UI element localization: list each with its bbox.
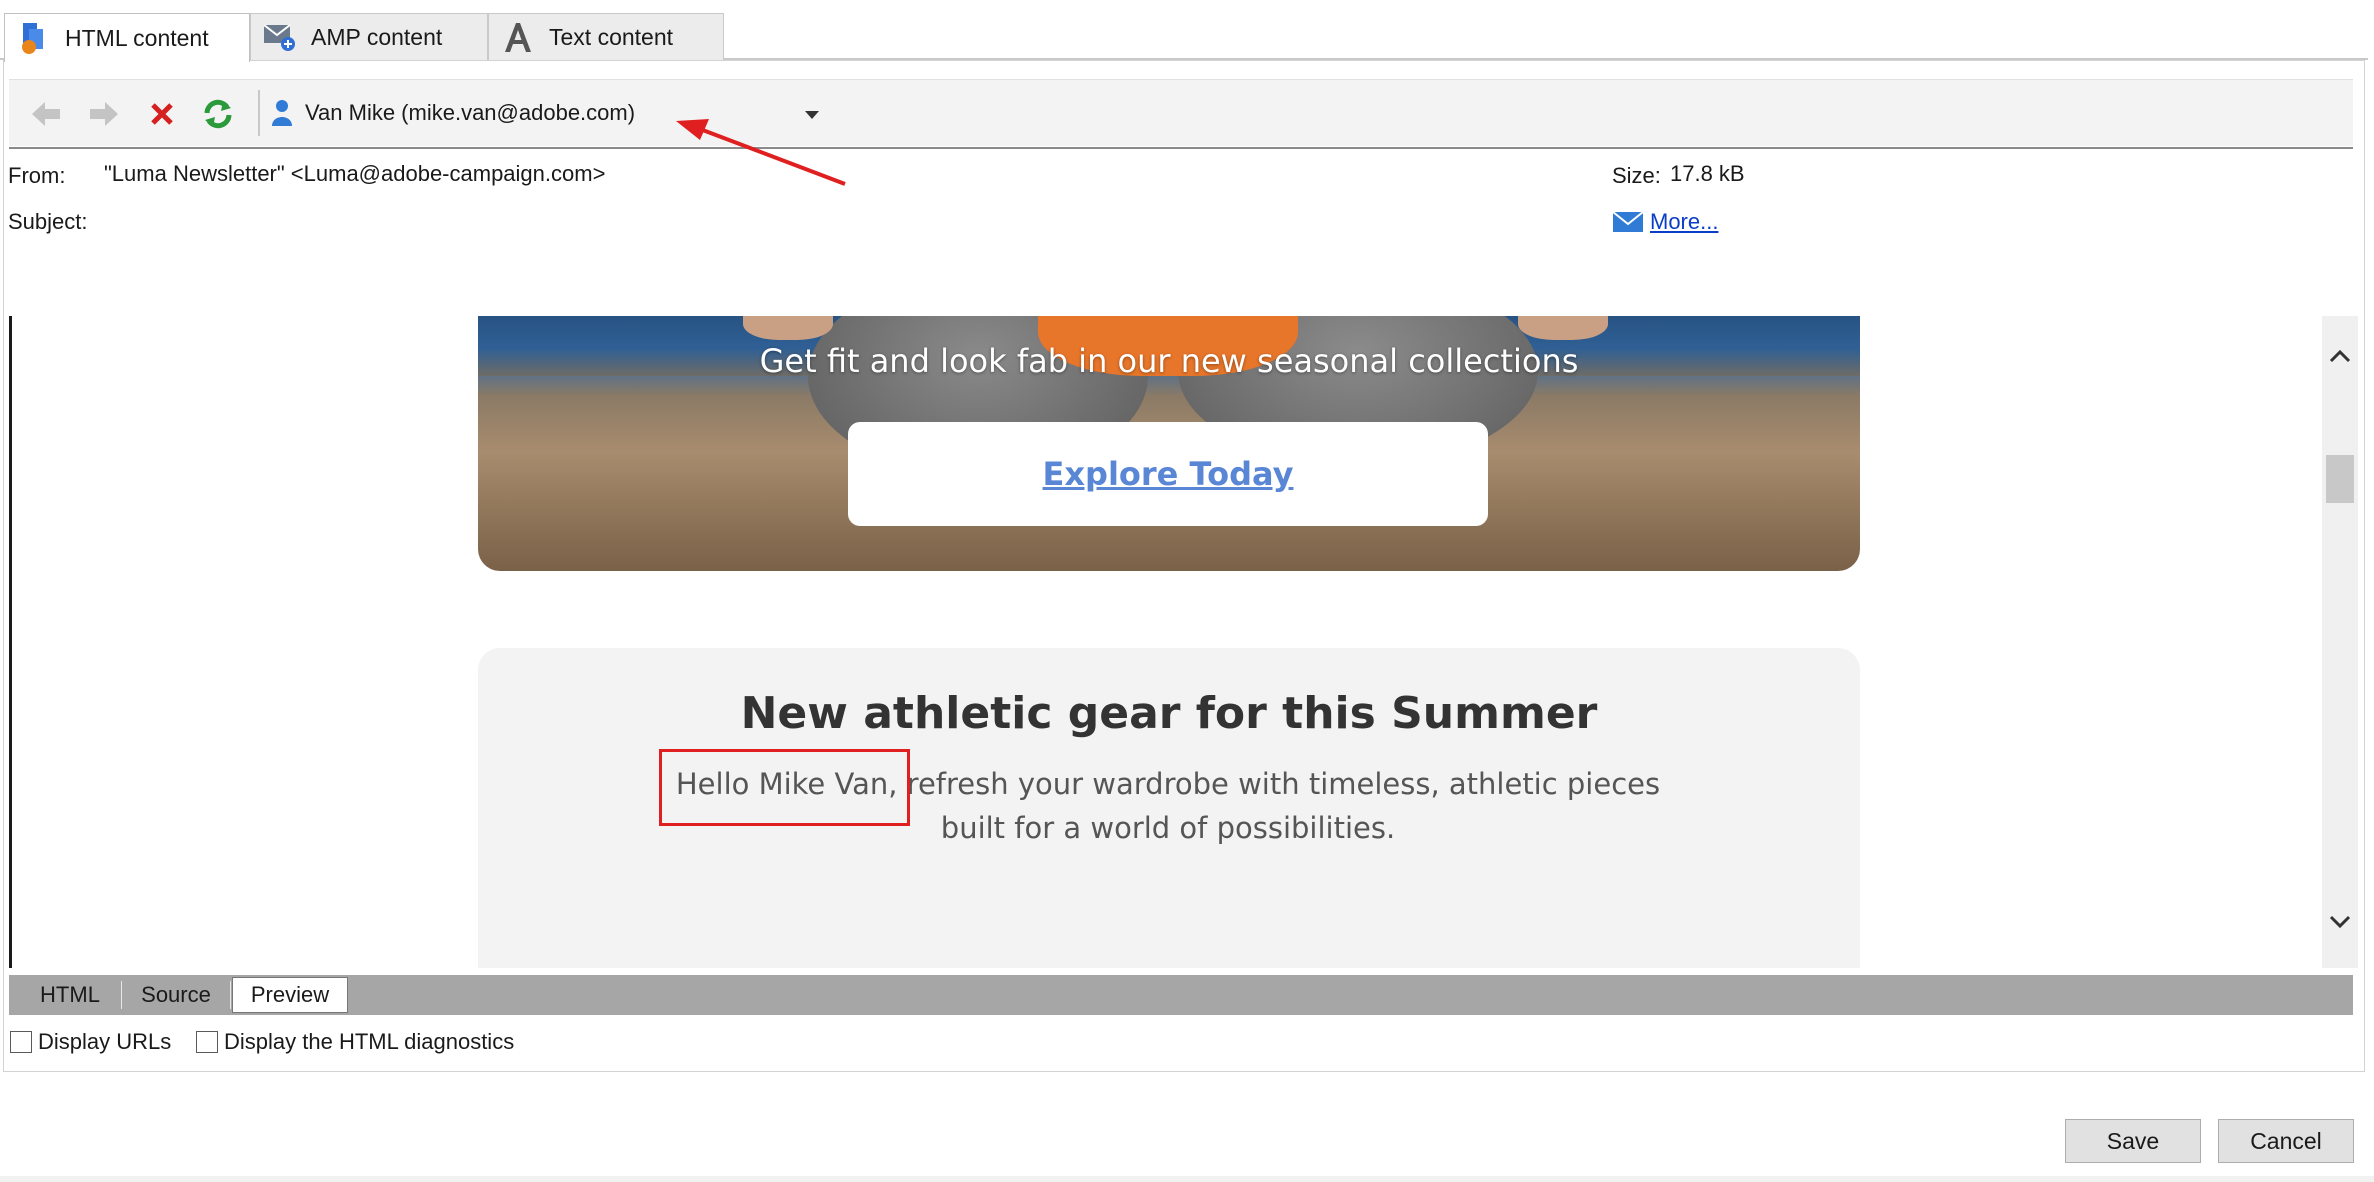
display-html-diagnostics-label: Display the HTML diagnostics (224, 1029, 515, 1054)
display-html-diagnostics-checkbox[interactable] (196, 1031, 218, 1053)
back-button[interactable] (25, 93, 67, 135)
tab-html-content[interactable]: HTML content (4, 13, 250, 62)
from-value: "Luma Newsletter" <Luma@adobe-campaign.c… (104, 161, 606, 186)
refresh-icon (204, 99, 232, 129)
tab-label: HTML content (65, 24, 209, 51)
tab-html[interactable]: HTML (20, 977, 120, 1013)
footer-divider (0, 1176, 2374, 1182)
from-label: From: (8, 163, 66, 188)
explore-today-label: Explore Today (1042, 455, 1294, 493)
explore-today-button[interactable]: Explore Today (848, 422, 1488, 526)
hero-tagline: Get fit and look fab in our new seasonal… (759, 342, 1579, 380)
view-mode-bar (9, 975, 2353, 1015)
toolbar-divider (9, 147, 2353, 149)
tab-label: AMP content (311, 23, 443, 50)
more-link[interactable]: More... (1612, 209, 1718, 235)
chevron-down-icon[interactable] (803, 109, 821, 121)
tab-separator (230, 981, 231, 1009)
hero-image-part (1518, 316, 1608, 340)
forward-icon (90, 102, 118, 126)
back-icon (32, 102, 60, 126)
size-value: 17.8 kB (1670, 161, 1745, 186)
display-html-diagnostics-option[interactable]: Display the HTML diagnostics (196, 1025, 514, 1059)
card-title: New athletic gear for this Summer (740, 688, 1598, 739)
tab-separator (121, 981, 122, 1009)
more-link-label: More... (1650, 209, 1719, 234)
tab-preview[interactable]: Preview (232, 977, 348, 1013)
scroll-thumb[interactable] (2326, 455, 2354, 503)
tab-amp-content[interactable]: AMP content (250, 13, 488, 60)
forward-button[interactable] (83, 93, 125, 135)
hero-image-part (743, 316, 833, 340)
tab-label: Text content (549, 23, 674, 50)
envelope-icon (1612, 211, 1644, 232)
recipient-name: Van Mike (mike.van@adobe.com) (305, 100, 636, 125)
scroll-down-icon[interactable] (2328, 914, 2352, 930)
subject-label: Subject: (8, 209, 88, 234)
preview-scrollbar[interactable] (2322, 316, 2358, 968)
hero-banner: Get fit and look fab in our new seasonal… (478, 316, 1860, 571)
delete-icon (151, 103, 173, 125)
user-icon (272, 100, 292, 126)
toolbar-separator (258, 90, 260, 136)
size-label: Size: (1612, 163, 1661, 188)
highlight-box (659, 749, 910, 826)
amp-content-icon (261, 18, 299, 56)
display-urls-label: Display URLs (38, 1029, 172, 1054)
recipient-selector[interactable]: Van Mike (mike.van@adobe.com) (271, 88, 831, 138)
preview-toolbar: Van Mike (mike.van@adobe.com) (9, 79, 2353, 146)
cancel-button[interactable]: Cancel (2218, 1119, 2354, 1163)
save-button[interactable]: Save (2065, 1119, 2201, 1163)
text-content-icon (499, 18, 537, 56)
refresh-button[interactable] (197, 93, 239, 135)
delete-button[interactable] (141, 93, 183, 135)
email-preview: Get fit and look fab in our new seasonal… (9, 316, 2322, 968)
tab-text-content[interactable]: Text content (488, 13, 724, 60)
preview-border (9, 316, 12, 968)
tab-source[interactable]: Source (123, 977, 229, 1013)
display-urls-option[interactable]: Display URLs (10, 1025, 171, 1059)
scroll-up-icon[interactable] (2328, 348, 2352, 364)
display-urls-checkbox[interactable] (10, 1031, 32, 1053)
html-content-icon (15, 19, 53, 57)
